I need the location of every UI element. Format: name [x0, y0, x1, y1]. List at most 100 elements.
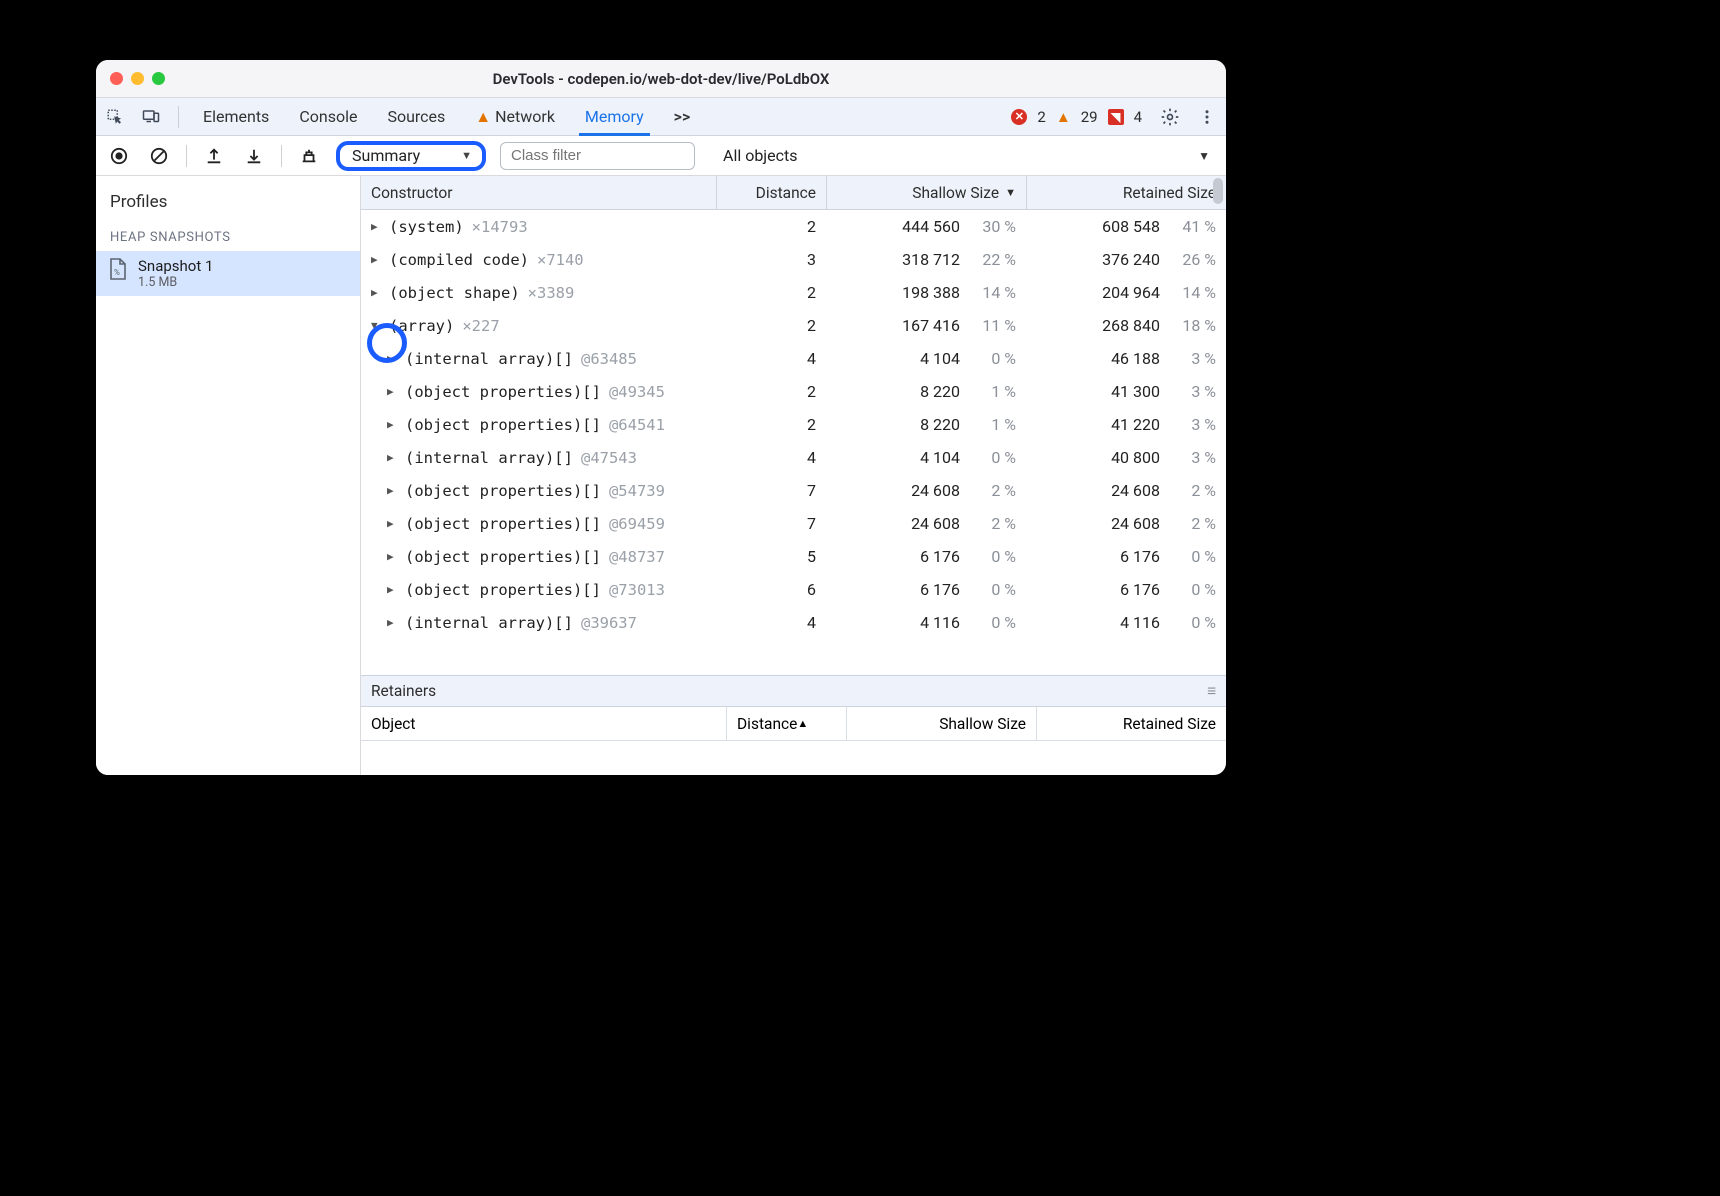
- table-row[interactable]: ▶(object properties)[] @4934528 2201 %41…: [361, 375, 1226, 408]
- retained-cell: 268 84018 %: [1026, 316, 1226, 335]
- table-row[interactable]: ▶(system) ×147932444 56030 %608 54841 %: [361, 210, 1226, 243]
- distance-cell: 7: [716, 481, 826, 500]
- disclosure-triangle-icon[interactable]: ▶: [371, 253, 381, 266]
- minimize-window-button[interactable]: [131, 72, 144, 85]
- chevron-down-icon[interactable]: ▼: [1198, 149, 1210, 163]
- view-select[interactable]: Summary: [336, 141, 486, 171]
- settings-button[interactable]: [1160, 107, 1180, 127]
- close-window-button[interactable]: [110, 72, 123, 85]
- rcol-shallow[interactable]: Shallow Size: [846, 707, 1036, 740]
- disclosure-triangle-icon[interactable]: ▶: [387, 583, 397, 596]
- collect-garbage-button[interactable]: [296, 143, 322, 169]
- tab-network[interactable]: ▲ Network: [469, 99, 561, 135]
- clear-button[interactable]: [146, 143, 172, 169]
- rcol-distance[interactable]: Distance▲: [726, 707, 846, 740]
- table-row[interactable]: ▶(object properties)[] @7301366 1760 %6 …: [361, 573, 1226, 606]
- constructor-name: (internal array)[]: [405, 614, 573, 632]
- snapshot-name: Snapshot 1: [138, 257, 213, 275]
- record-button[interactable]: [106, 143, 132, 169]
- disclosure-triangle-icon[interactable]: ▶: [371, 286, 381, 299]
- disclosure-triangle-icon[interactable]: ▶: [387, 616, 397, 629]
- shallow-cell: 24 6082 %: [826, 514, 1026, 533]
- retained-cell: 6 1760 %: [1026, 580, 1226, 599]
- col-shallow[interactable]: Shallow Size▼: [826, 176, 1026, 209]
- distance-cell: 2: [716, 217, 826, 236]
- distance-cell: 2: [716, 415, 826, 434]
- table-row[interactable]: ▶(compiled code) ×71403318 71222 %376 24…: [361, 243, 1226, 276]
- tab-console[interactable]: Console: [293, 99, 363, 135]
- disclosure-triangle-icon[interactable]: ▶: [371, 220, 381, 233]
- hamburger-icon[interactable]: ≡: [1207, 682, 1216, 701]
- zoom-window-button[interactable]: [152, 72, 165, 85]
- object-filter-select[interactable]: All objects: [715, 146, 805, 165]
- titlebar: DevTools - codepen.io/web-dot-dev/live/P…: [96, 60, 1226, 98]
- device-toolbar-icon[interactable]: [142, 108, 160, 126]
- object-id: @64541: [609, 416, 665, 434]
- profiles-sidebar: Profiles HEAP SNAPSHOTS % Snapshot 1 1.5…: [96, 176, 361, 775]
- disclosure-triangle-icon[interactable]: ▶: [387, 418, 397, 431]
- distance-cell: 6: [716, 580, 826, 599]
- col-distance[interactable]: Distance: [716, 176, 826, 209]
- disclosure-triangle-icon[interactable]: ▶: [387, 385, 397, 398]
- disclosure-triangle-icon[interactable]: ▶: [387, 451, 397, 464]
- inspect-icon[interactable]: [106, 108, 124, 126]
- object-id: @73013: [609, 581, 665, 599]
- table-row[interactable]: ▶(internal array)[] @6348544 1040 %46 18…: [361, 342, 1226, 375]
- object-id: @54739: [609, 482, 665, 500]
- table-row[interactable]: ▶(object properties)[] @54739724 6082 %2…: [361, 474, 1226, 507]
- profiles-title: Profiles: [96, 186, 360, 222]
- rcol-retained[interactable]: Retained Size: [1036, 707, 1226, 740]
- shallow-cell: 444 56030 %: [826, 217, 1026, 236]
- import-button[interactable]: [241, 143, 267, 169]
- table-row[interactable]: ▶(object properties)[] @6454128 2201 %41…: [361, 408, 1226, 441]
- constructor-name: (compiled code): [389, 251, 529, 269]
- window-controls: [110, 72, 165, 85]
- shallow-cell: 8 2201 %: [826, 415, 1026, 434]
- constructor-name: (internal array)[]: [405, 449, 573, 467]
- table-header: Constructor Distance Shallow Size▼ Retai…: [361, 176, 1226, 210]
- disclosure-triangle-icon[interactable]: ▶: [387, 352, 397, 365]
- export-button[interactable]: [201, 143, 227, 169]
- kebab-menu-button[interactable]: [1198, 108, 1216, 126]
- table-row[interactable]: ▶(object properties)[] @69459724 6082 %2…: [361, 507, 1226, 540]
- tab-sources[interactable]: Sources: [381, 99, 451, 135]
- table-row[interactable]: ▼(array) ×2272167 41611 %268 84018 %: [361, 309, 1226, 342]
- constructor-name: (internal array)[]: [405, 350, 573, 368]
- tab-memory[interactable]: Memory: [579, 98, 650, 136]
- disclosure-triangle-icon[interactable]: ▶: [387, 517, 397, 530]
- retained-cell: 41 3003 %: [1026, 382, 1226, 401]
- memory-toolbar: Summary All objects ▼: [96, 136, 1226, 176]
- object-id: @63485: [581, 350, 637, 368]
- shallow-cell: 6 1760 %: [826, 547, 1026, 566]
- col-retained[interactable]: Retained Size: [1026, 176, 1226, 209]
- tabs-overflow-button[interactable]: >>: [668, 99, 697, 135]
- constructor-name: (object properties)[]: [405, 581, 601, 599]
- snapshot-item[interactable]: % Snapshot 1 1.5 MB: [96, 251, 360, 296]
- retained-cell: 46 1883 %: [1026, 349, 1226, 368]
- table-row[interactable]: ▶(internal array)[] @4754344 1040 %40 80…: [361, 441, 1226, 474]
- table-row[interactable]: ▶(object properties)[] @4873756 1760 %6 …: [361, 540, 1226, 573]
- tab-network-label: Network: [495, 107, 555, 126]
- table-row[interactable]: ▶(internal array)[] @3963744 1160 %4 116…: [361, 606, 1226, 639]
- distance-cell: 3: [716, 250, 826, 269]
- col-constructor[interactable]: Constructor: [361, 184, 716, 202]
- scrollbar-thumb[interactable]: [1213, 178, 1223, 204]
- shallow-cell: 24 6082 %: [826, 481, 1026, 500]
- table-row[interactable]: ▶(object shape) ×33892198 38814 %204 964…: [361, 276, 1226, 309]
- shallow-cell: 4 1040 %: [826, 349, 1026, 368]
- disclosure-triangle-icon[interactable]: ▼: [371, 319, 381, 332]
- status-counters[interactable]: ✕ 2 ▲ 29 ◥ 4: [1011, 108, 1142, 126]
- shallow-cell: 4 1160 %: [826, 613, 1026, 632]
- shallow-cell: 6 1760 %: [826, 580, 1026, 599]
- snapshot-size: 1.5 MB: [138, 275, 213, 290]
- constructor-name: (system): [389, 218, 464, 236]
- count-label: ×14793: [472, 218, 528, 236]
- memory-body: Profiles HEAP SNAPSHOTS % Snapshot 1 1.5…: [96, 176, 1226, 775]
- disclosure-triangle-icon[interactable]: ▶: [387, 550, 397, 563]
- class-filter-input[interactable]: [500, 142, 695, 170]
- sidebar-section-heap: HEAP SNAPSHOTS: [96, 222, 360, 251]
- rcol-object[interactable]: Object: [361, 707, 726, 740]
- shallow-cell: 318 71222 %: [826, 250, 1026, 269]
- tab-elements[interactable]: Elements: [197, 99, 275, 135]
- disclosure-triangle-icon[interactable]: ▶: [387, 484, 397, 497]
